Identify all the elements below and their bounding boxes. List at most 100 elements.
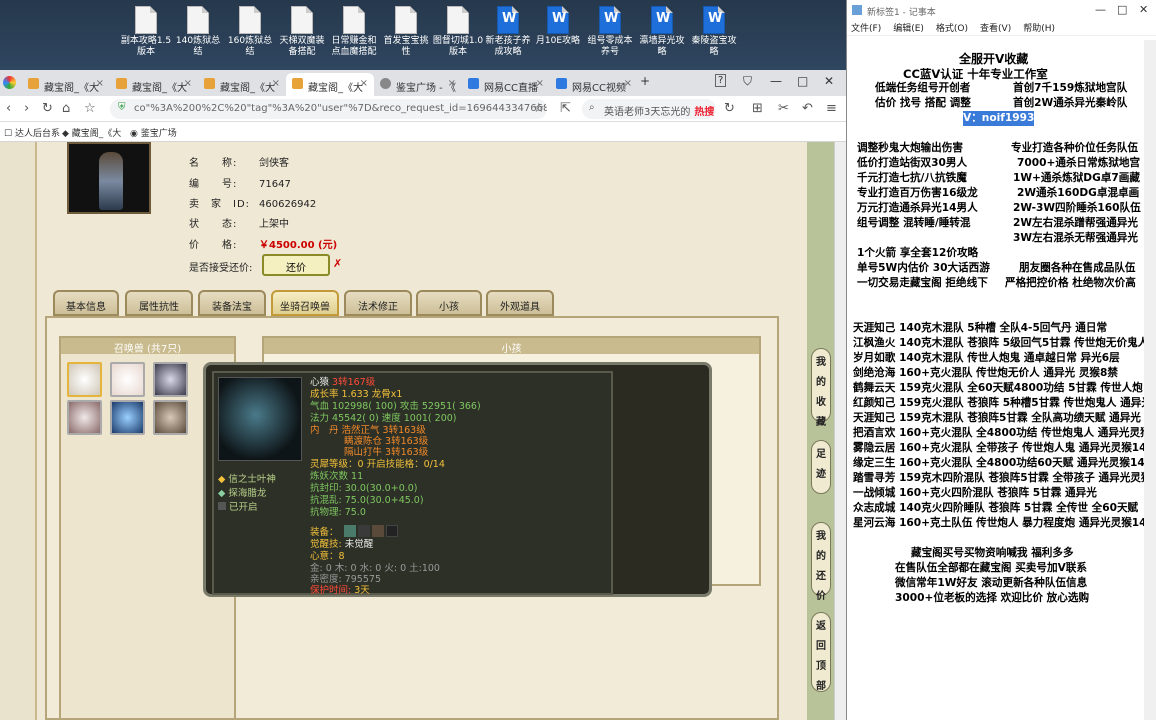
summon-inner-1: 内 丹 浩然正气 3转163级: [310, 425, 426, 436]
tab-0[interactable]: 藏宝阁_《大 ×: [22, 73, 110, 96]
bargain-button[interactable]: 还价: [262, 254, 330, 276]
desktop-icon-9[interactable]: 组号零成本养号: [584, 6, 636, 58]
tab-2[interactable]: 藏宝阁_《大 ×: [198, 73, 286, 96]
desktop-icon-10[interactable]: 瀛墙异光攻略: [636, 6, 688, 58]
my-favorites-button[interactable]: 我的收藏: [811, 348, 831, 428]
tab-spell-fix[interactable]: 法术修正: [344, 290, 412, 316]
new-tab-button[interactable]: +: [640, 74, 650, 88]
reload-icon[interactable]: ↻: [42, 101, 53, 116]
star-icon[interactable]: ☆: [84, 101, 96, 116]
desktop-icon-1[interactable]: 140炼狱总结: [172, 6, 224, 58]
tab-6[interactable]: 网易CC视频 ×: [550, 73, 638, 96]
favicon-icon: [292, 78, 303, 89]
forward-icon[interactable]: ›: [24, 101, 29, 116]
close-icon[interactable]: ×: [624, 78, 632, 89]
share-icon[interactable]: ⇱: [560, 101, 571, 116]
close-icon[interactable]: ✗: [333, 257, 342, 270]
desktop-icon-11[interactable]: 秦陵盗宝攻略: [688, 6, 740, 58]
my-bargains-button[interactable]: 我的还价: [811, 522, 831, 602]
tab-equipment[interactable]: 装备法宝: [198, 290, 266, 316]
document-icon: [447, 6, 469, 34]
home-icon[interactable]: ⌂: [62, 101, 70, 116]
equip-icon[interactable]: [372, 525, 384, 537]
minimize-button[interactable]: —: [770, 74, 782, 88]
summon-slot-1[interactable]: [67, 362, 102, 397]
bookmark-0[interactable]: ☐ 达人后台系: [4, 126, 60, 139]
desktop-icon-7[interactable]: 新老孩子养成攻略: [482, 6, 534, 58]
desktop-icon-8[interactable]: 月10E攻略: [532, 6, 584, 47]
desktop-icon-5[interactable]: 首发宝宝挑性: [380, 6, 432, 58]
menu-edit[interactable]: 编辑(E): [893, 24, 924, 34]
tab-1[interactable]: 藏宝阁_《大 ×: [110, 73, 198, 96]
skill-1: ◆ 信之士叶神: [218, 474, 276, 485]
cut-icon[interactable]: ✂: [778, 101, 789, 116]
undo-icon[interactable]: ↶: [802, 101, 813, 116]
tab-mount-summon[interactable]: 坐骑召唤兽: [271, 290, 339, 316]
text-line: 3000+位老板的选择 欢迎比价 放心选购: [895, 592, 1090, 604]
notepad-text-area[interactable]: 全服开V收藏 CC蓝V认证 十年专业工作室 低端任务组号开创者 首创7千159炼…: [847, 40, 1145, 720]
summon-slot-5[interactable]: [110, 400, 145, 435]
desktop-icon-4[interactable]: 日常赚金和点血魔搭配: [328, 6, 380, 58]
tab-appearance[interactable]: 外观道具: [486, 290, 554, 316]
notepad-menubar: 文件(F) 编辑(E) 格式(O) 查看(V) 帮助(H): [847, 20, 1156, 36]
close-icon[interactable]: ×: [272, 78, 280, 89]
search-field[interactable]: ⌕ 英语老师3天忘光的 热搜: [582, 99, 716, 119]
summon-awaken: 觉醒技: 未觉醒: [310, 539, 374, 550]
maximize-button[interactable]: □: [1117, 3, 1127, 16]
summon-header: 召唤兽 (共7只): [61, 338, 234, 355]
info-price: 价 格: ￥4500.00 (元): [189, 240, 338, 251]
equip-icon[interactable]: [358, 525, 370, 537]
summon-slot-3[interactable]: [153, 362, 188, 397]
tab-attributes[interactable]: 属性抗性: [125, 290, 193, 316]
tab-child[interactable]: 小孩: [416, 290, 482, 316]
text-line: 1W+通杀炼狱DG卓7画藏: [1013, 172, 1140, 184]
desktop-icon-3[interactable]: 天梯双魔装备搭配: [276, 6, 328, 58]
text-line: 江枫渔火 140克木混队 苍狼阵 5级回气5甘霖 传世炮无价鬼人: [853, 337, 1145, 349]
tab-basic-info[interactable]: 基本信息: [53, 290, 119, 316]
globe-icon: [380, 78, 391, 89]
menu-file[interactable]: 文件(F): [851, 24, 881, 34]
close-window-button[interactable]: ✕: [1139, 3, 1148, 16]
bookmark-star-icon[interactable]: ☆: [533, 101, 545, 116]
equip-icon[interactable]: [344, 525, 356, 537]
tab-3-active[interactable]: 藏宝阁_《大 ×: [286, 73, 374, 96]
maximize-button[interactable]: □: [797, 74, 808, 88]
menu-format[interactable]: 格式(O): [936, 24, 968, 34]
notepad-scrollbar[interactable]: [1144, 40, 1156, 720]
back-icon[interactable]: ‹: [6, 101, 11, 116]
summon-slot-4[interactable]: [67, 400, 102, 435]
text-line: 3W左右混杀无帮强通异光: [1013, 232, 1138, 244]
summon-slot-6[interactable]: [153, 400, 188, 435]
close-icon[interactable]: ×: [184, 78, 192, 89]
summon-slot-2[interactable]: [110, 362, 145, 397]
word-doc-icon: [651, 6, 673, 34]
footprint-button[interactable]: 足迹: [811, 440, 831, 494]
favicon-icon: [204, 78, 215, 89]
menu-help[interactable]: 帮助(H): [1023, 24, 1055, 34]
close-window-button[interactable]: ✕: [824, 74, 834, 88]
tab-restore-icon[interactable]: ?: [715, 74, 727, 87]
text-line: 严格把控价格 杜绝物次价高: [1005, 277, 1136, 289]
grid-icon[interactable]: ⊞: [752, 101, 763, 116]
tab-5[interactable]: 网易CC直播 ×: [462, 73, 550, 96]
close-icon[interactable]: ×: [360, 78, 368, 89]
search-icon: ⌕: [589, 102, 595, 113]
tab-4[interactable]: 鉴宝广场 - 《 ×: [374, 73, 462, 96]
close-icon[interactable]: ×: [96, 78, 104, 89]
desktop-icon-6[interactable]: 图督切城1.0版本: [432, 6, 484, 58]
close-icon[interactable]: ×: [536, 78, 544, 89]
page-scrollbar[interactable]: [834, 142, 846, 720]
desktop-icon-2[interactable]: 160炼狱总结: [224, 6, 276, 58]
close-icon[interactable]: ×: [448, 78, 456, 89]
bookmark-1[interactable]: ◆ 藏宝阁_《大: [62, 126, 121, 139]
desktop-icon-0[interactable]: 副本攻略1.5版本: [120, 6, 172, 58]
bookmark-2[interactable]: ◉ 鉴宝广场: [130, 126, 177, 139]
menu-icon[interactable]: ≡: [826, 101, 837, 116]
selected-text-line: V：noif1993: [963, 111, 1035, 126]
shirt-icon[interactable]: ⛉: [743, 74, 752, 89]
back-to-top-button[interactable]: 返回顶部: [811, 612, 831, 692]
url-field[interactable]: ⛨ co"%3A%200%2C%20"tag"%3A%20"user"%7D&re…: [110, 99, 547, 119]
minimize-button[interactable]: —: [1095, 3, 1106, 16]
menu-view[interactable]: 查看(V): [980, 24, 1011, 34]
refresh-icon[interactable]: ↻: [724, 101, 735, 116]
